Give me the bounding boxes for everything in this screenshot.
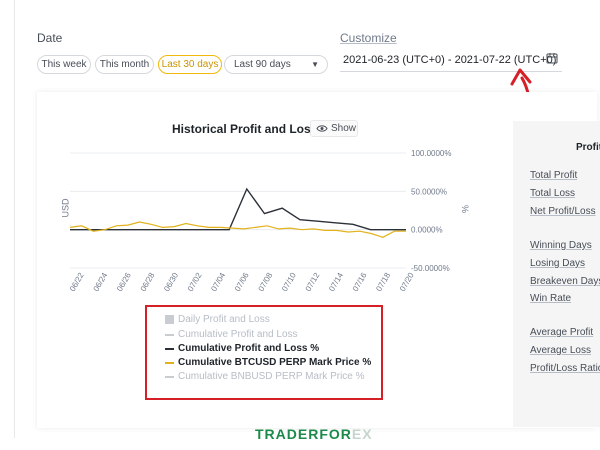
- legend-label: Cumulative BTCUSD PERP Mark Price %: [178, 357, 372, 368]
- legend-line-marker: [165, 334, 174, 336]
- legend-label: Cumulative Profit and Loss %: [178, 343, 320, 354]
- x-tick-label: 07/14: [327, 271, 345, 293]
- x-tick-label: 06/26: [115, 271, 133, 293]
- watermark-logo: TRADERFOREX: [255, 426, 373, 442]
- x-tick-label: 07/20: [398, 271, 416, 293]
- x-tick-label: 07/08: [257, 271, 275, 293]
- legend-line-marker: [165, 376, 174, 378]
- x-tick-label: 07/02: [186, 271, 204, 293]
- stat-label[interactable]: Average Loss: [530, 345, 591, 356]
- stat-label[interactable]: Win Rate: [530, 293, 571, 304]
- legend-line-marker: [165, 348, 174, 350]
- pnl-percent-line: [70, 187, 406, 231]
- legend-line-marker: [165, 362, 174, 364]
- stat-label[interactable]: Average Profit: [530, 327, 593, 338]
- stat-label[interactable]: Profit/Loss Ratio: [530, 363, 600, 374]
- y2-tick-label: 0.0000%: [411, 226, 443, 235]
- x-tick-label: 07/16: [351, 271, 369, 293]
- stat-label[interactable]: Total Profit: [530, 170, 577, 181]
- y2-tick-label: 50.0000%: [411, 187, 447, 196]
- stat-label[interactable]: Losing Days: [530, 258, 585, 269]
- legend-label: Cumulative Profit and Loss: [178, 329, 298, 340]
- legend-label: Daily Profit and Loss: [178, 314, 270, 325]
- stat-label[interactable]: Breakeven Days: [530, 276, 600, 287]
- x-tick-label: 06/28: [139, 271, 157, 293]
- stat-label[interactable]: Net Profit/Loss: [530, 206, 596, 217]
- stat-label[interactable]: Winning Days: [530, 240, 592, 251]
- x-tick-label: 07/18: [374, 271, 392, 293]
- y2-tick-label: 100.0000%: [411, 149, 451, 158]
- x-tick-label: 07/04: [209, 271, 227, 293]
- y2-tick-label: -50.0000%: [411, 264, 450, 273]
- x-tick-label: 07/12: [304, 271, 322, 293]
- x-tick-label: 06/24: [92, 271, 110, 293]
- legend-label: Cumulative BNBUSD PERP Mark Price %: [178, 371, 365, 382]
- x-tick-label: 07/10: [280, 271, 298, 293]
- x-tick-label: 07/06: [233, 271, 251, 293]
- x-tick-label: 06/30: [162, 271, 180, 293]
- stat-label[interactable]: Total Loss: [530, 188, 575, 199]
- legend-square-marker: [165, 315, 174, 324]
- stats-heading: Profit: [576, 142, 600, 153]
- x-tick-label: 06/22: [68, 271, 86, 293]
